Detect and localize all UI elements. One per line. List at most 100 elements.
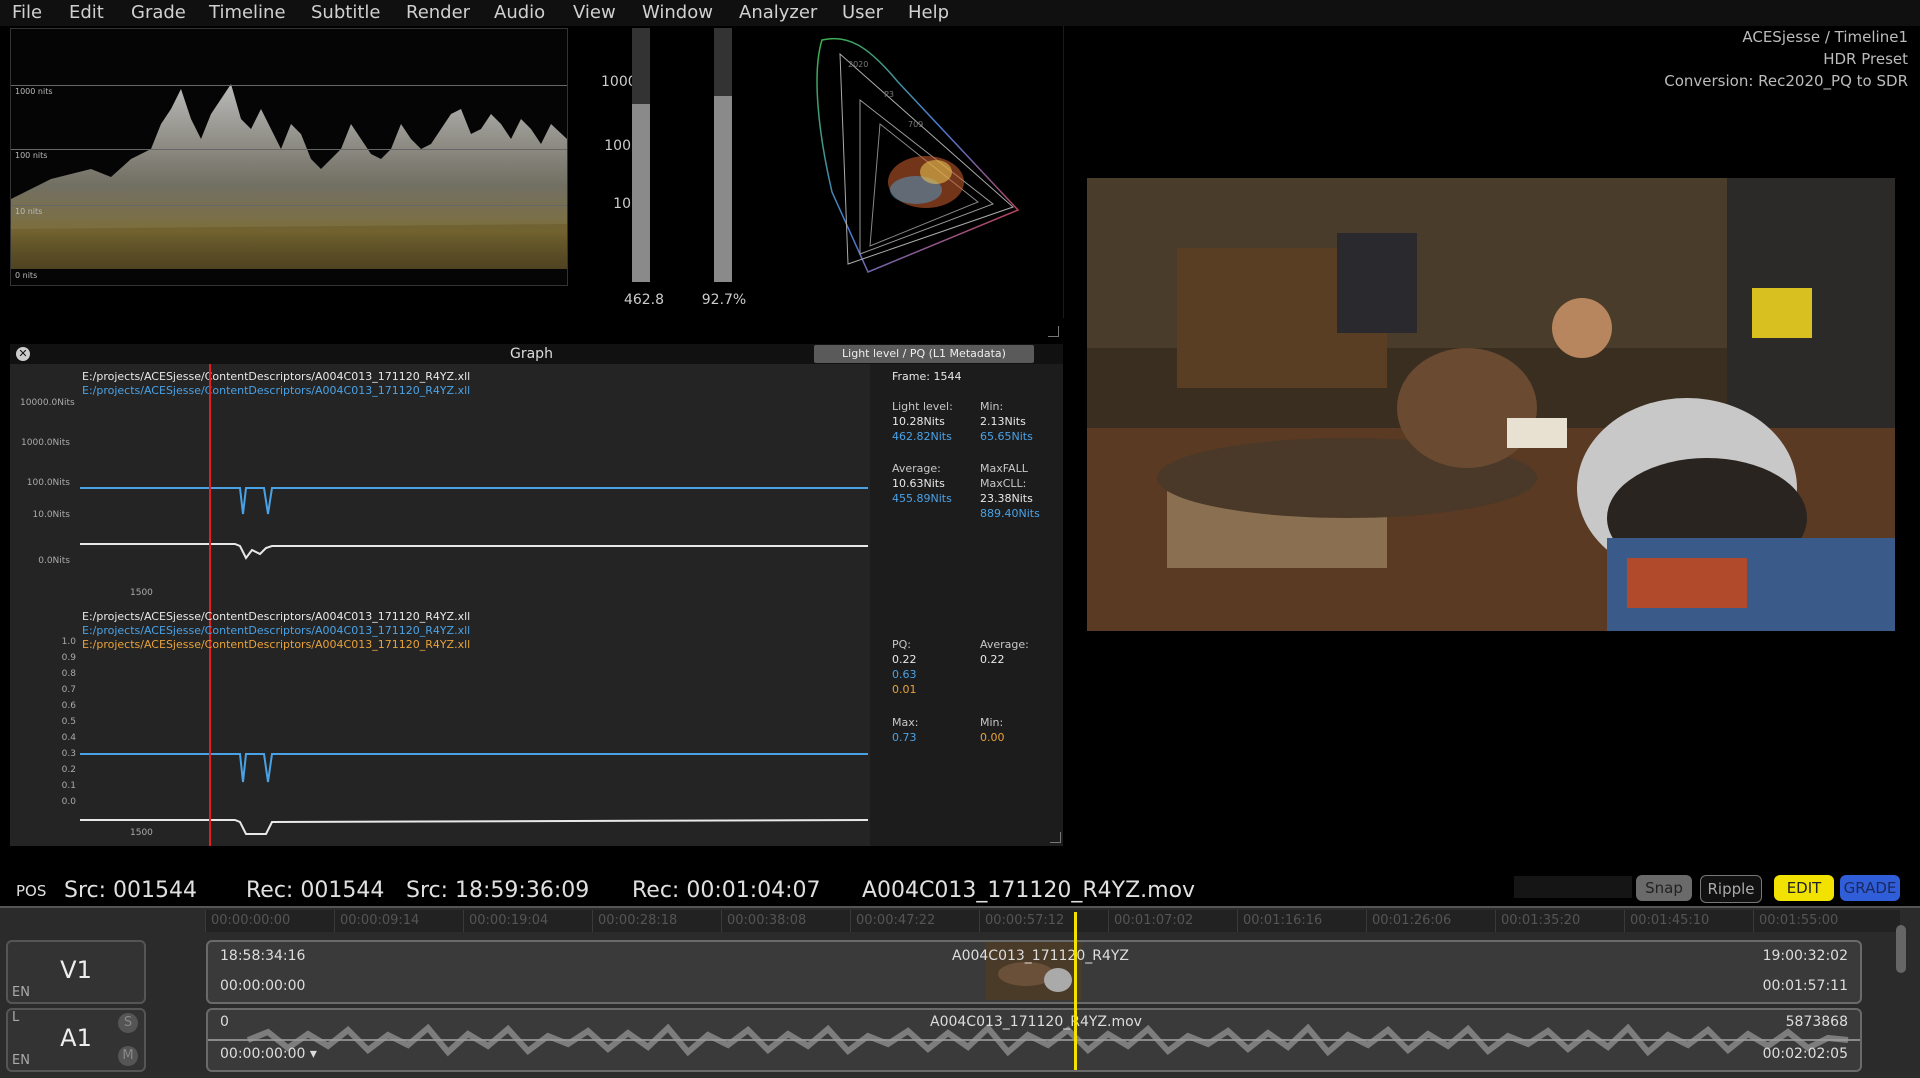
ruler-label: 00:00:28:18 xyxy=(598,913,678,928)
menu-timeline[interactable]: Timeline xyxy=(209,2,286,23)
bottom-y-label: 1.0 xyxy=(61,637,76,647)
bottom-x-tick: 1500 xyxy=(130,828,153,838)
gamut-label-709: 709 xyxy=(908,120,924,129)
menu-window[interactable]: Window xyxy=(642,2,713,23)
average-label: Average: xyxy=(892,462,941,475)
mute-button[interactable]: M xyxy=(118,1046,138,1066)
audio-end: 5873868 xyxy=(1785,1014,1848,1030)
meter-value-nits: 462.8 xyxy=(623,292,665,308)
meter-fill-percent xyxy=(714,96,732,282)
bottom-y-label: 0.9 xyxy=(61,653,76,663)
audio-start: 0 xyxy=(220,1014,229,1030)
meter-value-percent: 92.7% xyxy=(701,292,747,308)
close-icon[interactable]: ✕ xyxy=(16,347,30,361)
light-level-white: 10.28Nits xyxy=(892,415,945,428)
audio-clip[interactable]: 0 00:00:00:00 ▾ A004C013_171120_R4YZ.mov… xyxy=(206,1008,1862,1072)
audio-rec-in[interactable]: 00:00:00:00 ▾ xyxy=(220,1046,317,1062)
min-label: Min: xyxy=(980,400,1004,413)
snap-button[interactable]: Snap xyxy=(1636,875,1692,901)
solo-button[interactable]: S xyxy=(118,1013,138,1033)
menu-grade[interactable]: Grade xyxy=(131,2,186,23)
menu-file[interactable]: File xyxy=(12,2,42,23)
timeline-ruler[interactable]: 00:00:00:00 00:00:09:14 00:00:19:04 00:0… xyxy=(205,910,1900,932)
waveform-gridline xyxy=(11,85,567,86)
maxcll-label: MaxCLL: xyxy=(980,477,1027,490)
ruler-label: 00:00:00:00 xyxy=(211,913,291,928)
menu-render[interactable]: Render xyxy=(406,2,470,23)
preset-info: ACESjesse / Timeline1 HDR Preset Convers… xyxy=(1664,26,1908,92)
pq-blue: 0.63 xyxy=(892,668,917,681)
nits-meters: 1000 100 10 462.8 92.7% xyxy=(601,26,746,318)
graph-panel: ✕ Graph Light level / PQ (L1 Metadata) E… xyxy=(10,344,1063,846)
waveform-label-100: 100 nits xyxy=(15,151,48,160)
conversion-label: Conversion: Rec2020_PQ to SDR xyxy=(1664,72,1908,90)
pos-label: POS xyxy=(16,882,47,900)
ruler-label: 00:01:26:06 xyxy=(1372,913,1452,928)
ruler-label: 00:01:45:10 xyxy=(1630,913,1710,928)
waveform-scope: 1000 nits 100 nits 10 nits 0 nits xyxy=(10,28,568,286)
timeline-scrollbar[interactable] xyxy=(1896,925,1906,973)
clip-src-in: 18:58:34:16 xyxy=(220,948,306,964)
menu-user[interactable]: User xyxy=(842,2,883,23)
min-white: 2.13Nits xyxy=(980,415,1026,428)
maxfall-label: MaxFALL xyxy=(980,462,1028,475)
ruler-label: 00:00:09:14 xyxy=(340,913,420,928)
menu-subtitle[interactable]: Subtitle xyxy=(311,2,380,23)
maxcll-white: 23.38Nits xyxy=(980,492,1033,505)
ripple-button[interactable]: Ripple xyxy=(1700,875,1762,903)
ruler-label: 00:01:16:16 xyxy=(1243,913,1323,928)
timecode-bar: POS Src: 001544 Rec: 001544 Src: 18:59:3… xyxy=(0,876,1920,906)
video-viewer[interactable] xyxy=(1087,178,1895,631)
track-lang-a1: EN xyxy=(12,1053,30,1068)
light-level-label: Light level: xyxy=(892,400,953,413)
maxcll-blue: 889.40Nits xyxy=(980,507,1040,520)
meter-fill-nits xyxy=(632,104,650,282)
gamut-label-p3: P3 xyxy=(884,90,894,99)
bottom-path-2: E:/projects/ACESjesse/ContentDescriptors… xyxy=(82,624,471,637)
ruler-label: 00:00:57:12 xyxy=(985,913,1065,928)
menu-view[interactable]: View xyxy=(573,2,616,23)
grade-mode-button[interactable]: GRADE xyxy=(1840,875,1900,901)
average-white: 10.63Nits xyxy=(892,477,945,490)
waveform-trace xyxy=(11,84,567,269)
pq-min-label: Min: xyxy=(980,716,1004,729)
menu-audio[interactable]: Audio xyxy=(494,2,545,23)
ruler-label: 00:00:38:08 xyxy=(727,913,807,928)
video-clip[interactable]: 18:58:34:16 00:00:00:00 A004C013_171120_… xyxy=(206,940,1862,1004)
playhead[interactable] xyxy=(1074,912,1077,1070)
graph-mode-dropdown[interactable]: Light level / PQ (L1 Metadata) xyxy=(814,345,1034,363)
gamut-label-2020: 2020 xyxy=(848,60,869,69)
audio-rec-out: 00:02:02:05 xyxy=(1762,1046,1848,1062)
light-level-blue: 462.82Nits xyxy=(892,430,952,443)
graph-traces xyxy=(80,364,869,846)
track-name-v1: V1 xyxy=(60,956,92,984)
bottom-y-label: 0.1 xyxy=(61,781,76,791)
track-header-v1[interactable]: V1 EN xyxy=(6,940,146,1004)
ruler-label: 00:00:47:22 xyxy=(856,913,936,928)
menu-help[interactable]: Help xyxy=(908,2,949,23)
menu-bar: File Edit Grade Timeline Subtitle Render… xyxy=(0,0,1920,26)
waveform-label-10: 10 nits xyxy=(15,207,43,216)
scopes-resize-handle[interactable] xyxy=(1048,326,1059,337)
pq-max-label: Max: xyxy=(892,716,919,729)
ruler-label: 00:01:07:02 xyxy=(1114,913,1194,928)
timeline-panel: 00:00:00:00 00:00:09:14 00:00:19:04 00:0… xyxy=(0,906,1920,1078)
edit-mode-button[interactable]: EDIT xyxy=(1774,875,1834,901)
bottom-y-label: 0.3 xyxy=(61,749,76,759)
min-blue: 65.65Nits xyxy=(980,430,1033,443)
video-frame-image xyxy=(1087,178,1895,631)
pq-min-orange: 0.00 xyxy=(980,731,1005,744)
menu-analyzer[interactable]: Analyzer xyxy=(739,2,817,23)
graph-resize-handle[interactable] xyxy=(1050,832,1061,843)
pq-white: 0.22 xyxy=(892,653,917,666)
clip-name: A004C013_171120_R4YZ.mov xyxy=(862,878,1196,903)
menu-edit[interactable]: Edit xyxy=(69,2,104,23)
clip-src-out: 19:00:32:02 xyxy=(1762,948,1848,964)
pq-label: PQ: xyxy=(892,638,911,651)
track-lang-v1: EN xyxy=(12,985,30,1000)
graph-stats-panel: Frame: 1544 Light level: 10.28Nits 462.8… xyxy=(870,364,1063,846)
track-header-a1[interactable]: L A1 EN S M xyxy=(6,1008,146,1072)
frame-label: Frame: 1544 xyxy=(892,370,962,383)
timeline-name: ACESjesse / Timeline1 xyxy=(1742,28,1908,46)
ruler-label: 00:01:55:00 xyxy=(1759,913,1839,928)
